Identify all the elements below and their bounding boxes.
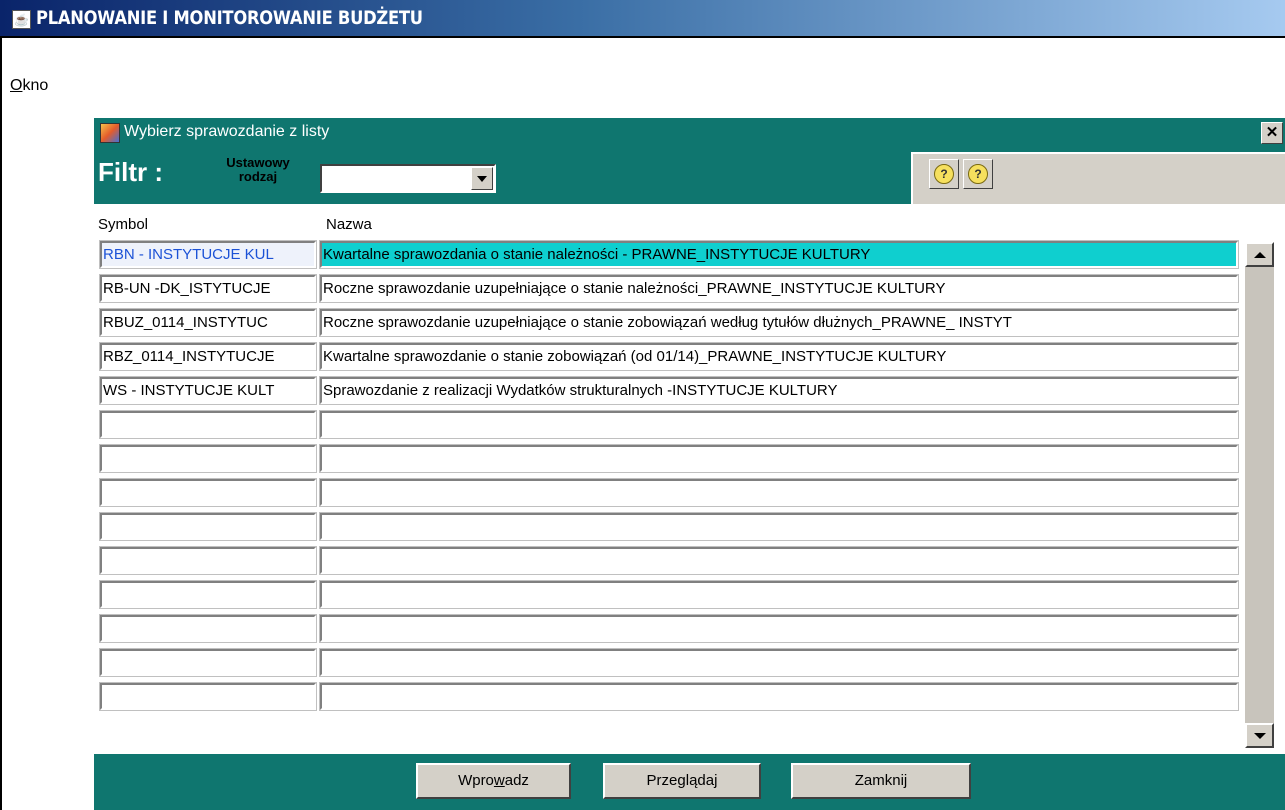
symbol-cell[interactable] <box>99 580 317 609</box>
scroll-track[interactable] <box>1245 267 1274 723</box>
java-app-icon[interactable]: ☕ <box>12 10 31 29</box>
scroll-down-icon[interactable] <box>1245 723 1274 748</box>
app-titlebar: ☕ PLANOWANIE I MONITOROWANIE BUDŻETU <box>0 0 1285 38</box>
filter-bar: Filtr : Ustawowy rodzaj ? ? <box>94 147 1285 204</box>
symbol-cell[interactable]: RBN - INSTYTUCJE KUL <box>99 240 317 269</box>
name-cell[interactable] <box>319 478 1239 507</box>
dialog-footer: Wprowadz Przeglądaj Zamknij <box>94 754 1285 810</box>
symbol-cell[interactable]: RBUZ_0114_INSTYTUC <box>99 308 317 337</box>
name-cell[interactable]: Roczne sprawozdanie uzupełniające o stan… <box>319 274 1239 303</box>
vertical-scrollbar[interactable] <box>1245 242 1274 748</box>
name-cell[interactable] <box>319 682 1239 711</box>
close-icon[interactable]: ✕ <box>1261 122 1283 144</box>
column-header-symbol: Symbol <box>98 216 149 233</box>
column-header-name: Nazwa <box>326 216 372 233</box>
dialog-title: Wybierz sprawozdanie z listy <box>124 123 330 140</box>
przegladaj-button[interactable]: Przeglądaj <box>603 763 761 799</box>
name-cell[interactable] <box>319 546 1239 575</box>
name-cell[interactable]: Kwartalne sprawozdanie o stanie zobowiąz… <box>319 342 1239 371</box>
filter-label: Filtr : <box>98 157 163 187</box>
window-left-border <box>0 36 2 810</box>
filter-type-caption: Ustawowy rodzaj <box>206 156 310 184</box>
menu-okno-label: kno <box>22 77 49 94</box>
dropdown-arrow-icon[interactable] <box>471 167 493 190</box>
select-report-dialog: Wybierz sprawozdanie z listy ✕ Filtr : U… <box>94 118 1285 810</box>
name-cell[interactable] <box>319 410 1239 439</box>
symbol-cell[interactable] <box>99 614 317 643</box>
query-enter-icon: ? <box>934 164 954 184</box>
wprowadz-label-pre: Wpro <box>458 772 494 789</box>
name-cell[interactable]: Kwartalne sprawozdania o stanie należnoś… <box>319 240 1239 269</box>
menu-okno-mnemonic: O <box>10 77 23 94</box>
query-execute-button[interactable]: ? <box>963 159 993 189</box>
symbol-cell[interactable]: RB-UN -DK_ISTYTUCJE <box>99 274 317 303</box>
query-execute-icon: ? <box>968 164 988 184</box>
filter-caption-line1: Ustawowy <box>226 155 290 170</box>
name-cell[interactable] <box>319 444 1239 473</box>
symbol-cell[interactable] <box>99 546 317 575</box>
column-headers: Symbol Nazwa <box>94 216 1285 236</box>
symbol-cell[interactable] <box>99 648 317 677</box>
scroll-up-icon[interactable] <box>1245 242 1274 267</box>
name-cell[interactable] <box>319 580 1239 609</box>
toolbar-panel: ? ? <box>911 152 1285 204</box>
symbol-cell[interactable]: RBZ_0114_INSTYTUCJE <box>99 342 317 371</box>
wprowadz-label-post: adz <box>504 772 529 789</box>
wprowadz-mnemonic: w <box>493 772 505 789</box>
name-cell[interactable] <box>319 614 1239 643</box>
symbol-cell[interactable] <box>99 478 317 507</box>
filter-caption-line2: rodzaj <box>238 169 278 184</box>
symbol-cell[interactable] <box>99 512 317 541</box>
app-title: PLANOWANIE I MONITOROWANIE BUDŻETU <box>36 7 423 29</box>
symbol-cell[interactable]: WS - INSTYTUCJE KULT <box>99 376 317 405</box>
name-cell[interactable] <box>319 648 1239 677</box>
symbol-cell[interactable] <box>99 410 317 439</box>
zamknij-button[interactable]: Zamknij <box>791 763 971 799</box>
name-cell[interactable] <box>319 512 1239 541</box>
dialog-icon <box>100 123 120 143</box>
menu-okno[interactable]: Okno <box>10 77 48 95</box>
query-enter-button[interactable]: ? <box>929 159 959 189</box>
statutory-type-select[interactable] <box>320 164 496 193</box>
name-cell[interactable]: Roczne sprawozdanie uzupełniające o stan… <box>319 308 1239 337</box>
wprowadz-button[interactable]: Wprowadz <box>416 763 571 799</box>
dialog-titlebar[interactable]: Wybierz sprawozdanie z listy ✕ <box>94 118 1285 147</box>
symbol-cell[interactable] <box>99 682 317 711</box>
symbol-cell[interactable] <box>99 444 317 473</box>
name-cell[interactable]: Sprawozdanie z realizacji Wydatków struk… <box>319 376 1239 405</box>
